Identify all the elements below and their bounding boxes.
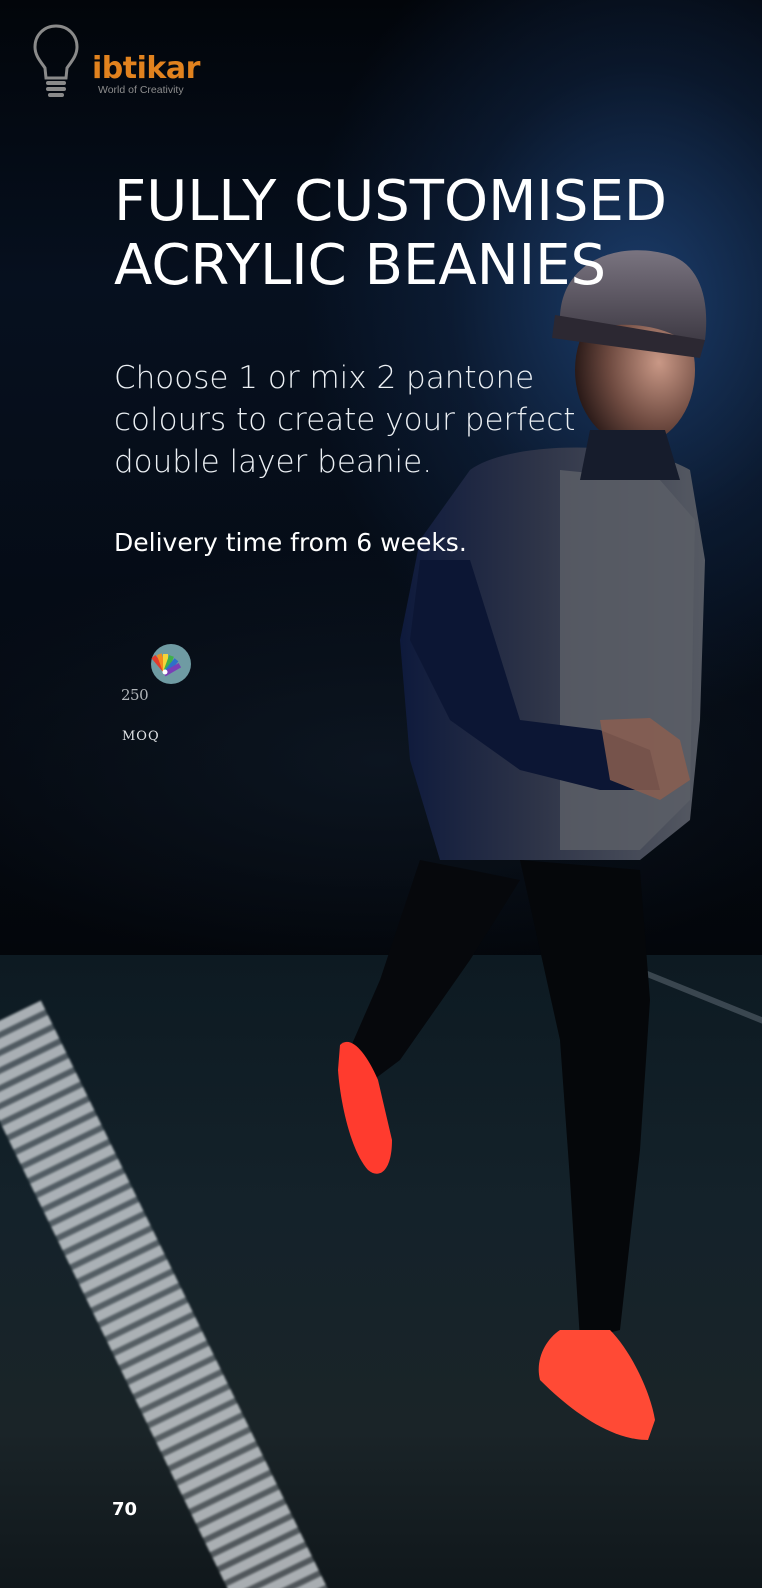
title-line-1: FULLY CUSTOMISED: [114, 169, 667, 234]
title-line-2: ACRYLIC BEANIES: [114, 233, 607, 298]
catalog-page: ibtikar World of Creativity FULLY CUSTOM…: [0, 0, 762, 1588]
delivery-time: Delivery time from 6 weeks.: [114, 528, 467, 557]
brand-logo: ibtikar World of Creativity: [32, 22, 200, 102]
product-description: Choose 1 or mix 2 pantone colours to cre…: [114, 360, 576, 480]
page-number: 70: [112, 1499, 138, 1520]
color-swatch-fan-icon: [151, 644, 191, 684]
moq-label: MOQ: [122, 729, 160, 744]
logo-tagline: World of Creativity: [98, 84, 184, 96]
moq-value: 250: [121, 686, 149, 704]
lightbulb-icon: [33, 24, 79, 97]
logo-wordmark: ibtikar: [92, 51, 200, 86]
page-title: FULLY CUSTOMISED ACRYLIC BEANIES: [114, 170, 734, 298]
